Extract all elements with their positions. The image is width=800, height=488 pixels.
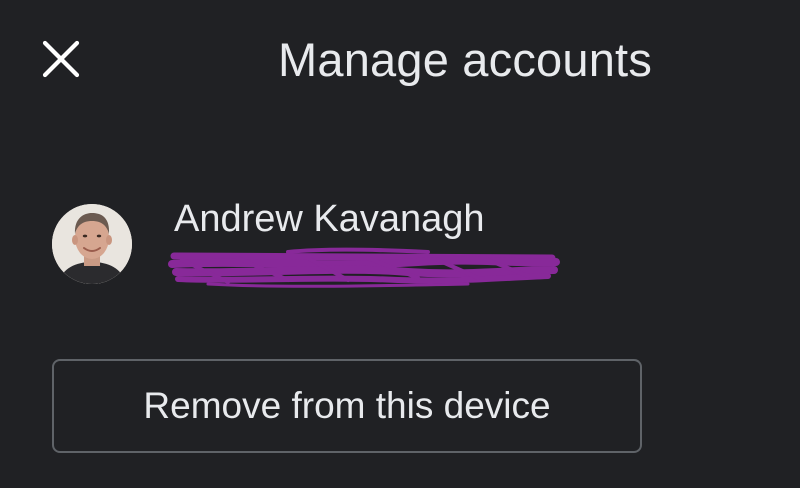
redacted-email-scribble — [168, 247, 560, 288]
page-title: Manage accounts — [278, 33, 653, 86]
avatar — [52, 204, 132, 284]
avatar-photo-icon — [52, 204, 132, 284]
account-name: Andrew Kavanagh — [174, 198, 485, 240]
account-row: Andrew Kavanagh — [50, 196, 610, 296]
close-icon — [42, 40, 80, 78]
manage-accounts-screen: Manage accounts Andrew Kavanagh Remove f… — [0, 0, 800, 488]
close-button[interactable] — [30, 28, 92, 90]
remove-from-device-button[interactable]: Remove from this device — [52, 359, 642, 453]
